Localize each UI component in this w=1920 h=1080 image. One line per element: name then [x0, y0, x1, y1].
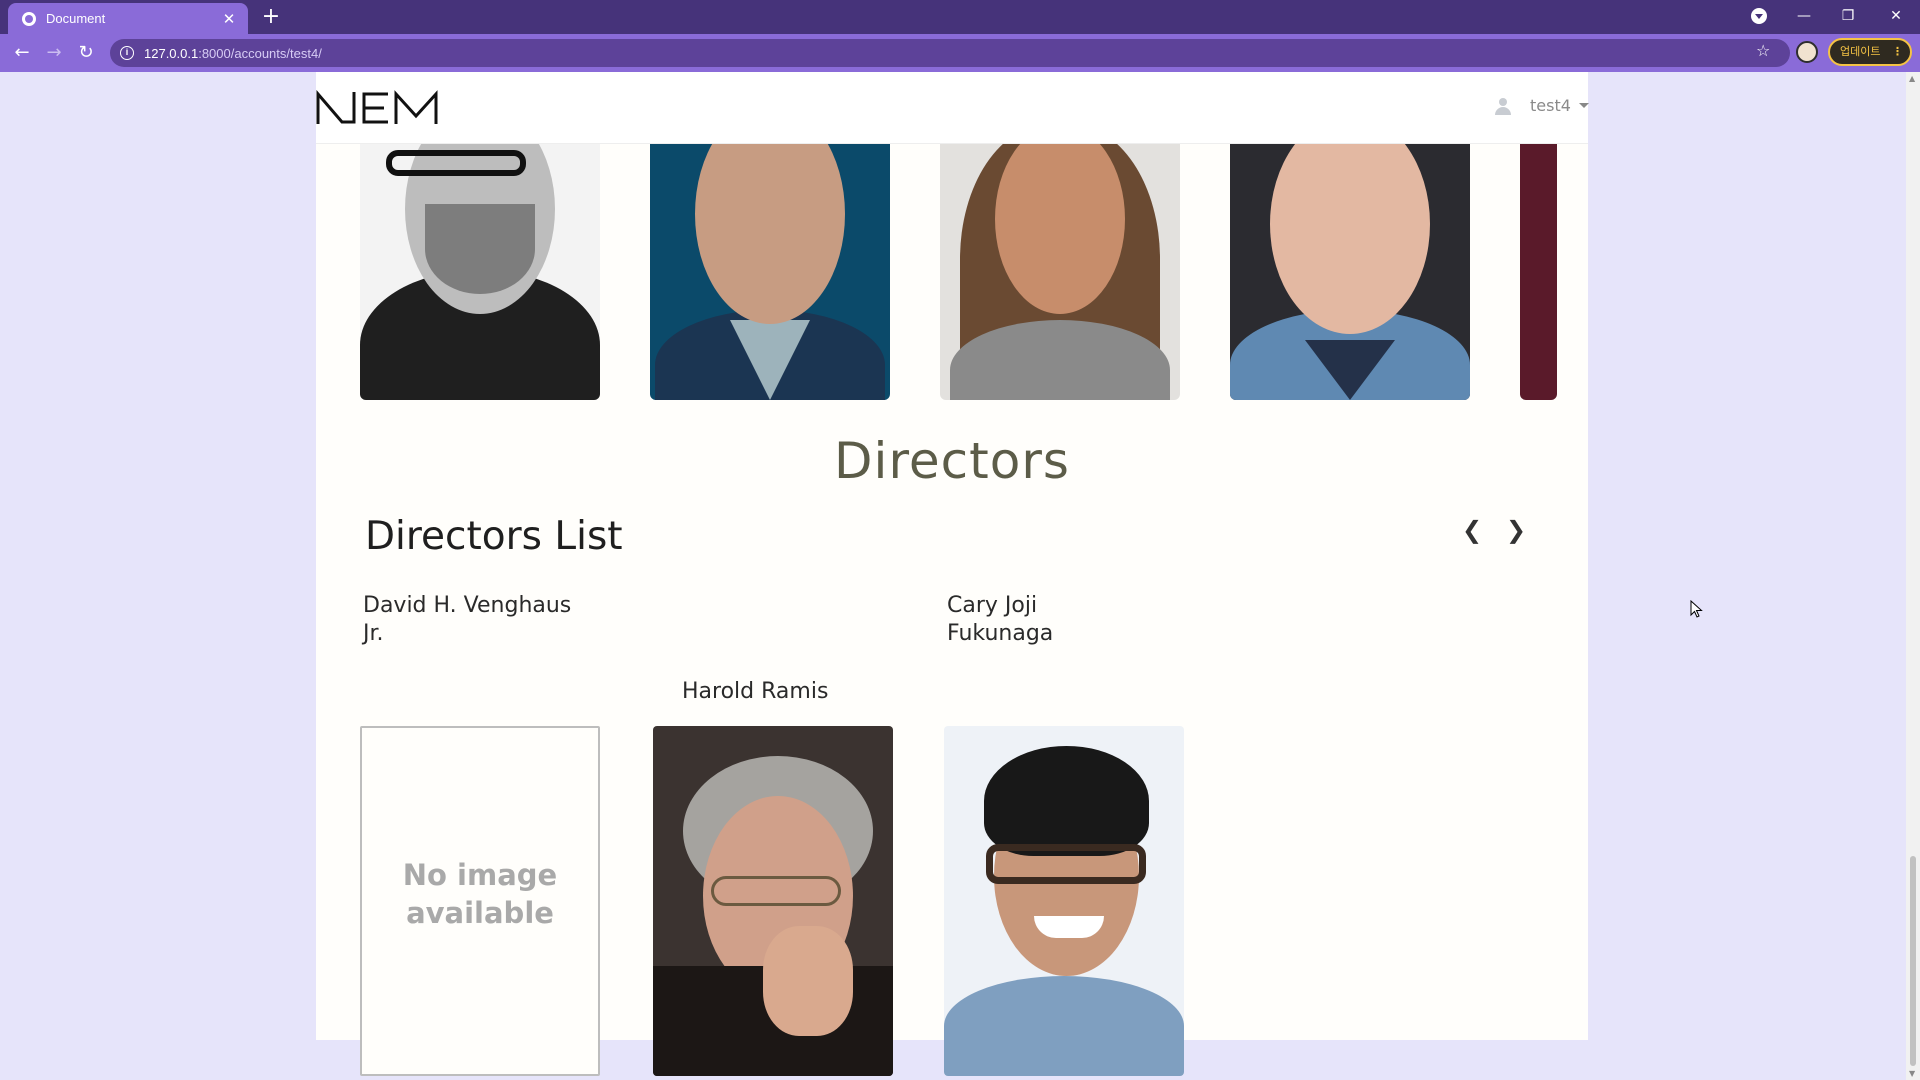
browser-tab-bar: Document ✕ + — ❐ ✕ — [0, 0, 1920, 34]
browser-tab[interactable]: Document ✕ — [8, 3, 248, 34]
username: test4 — [1530, 96, 1571, 115]
actors-carousel — [360, 144, 1557, 400]
tab-title: Document — [46, 11, 106, 26]
reload-icon[interactable]: ↻ — [72, 41, 100, 65]
mouse-cursor-icon — [1690, 600, 1703, 618]
actor-photo[interactable] — [1520, 144, 1557, 400]
director-name-line1: David H. Venghaus — [363, 593, 572, 618]
director-name-line2: Fukunaga — [947, 621, 1054, 646]
forward-icon[interactable]: → — [40, 41, 68, 65]
directors-heading: Directors — [834, 432, 1070, 490]
director-name-line1: Harold Ramis — [682, 679, 829, 704]
profile-avatar[interactable] — [1796, 41, 1818, 63]
actor-photo[interactable] — [940, 144, 1180, 400]
site-header: test4 — [316, 72, 1589, 144]
scroll-down-icon[interactable]: ▼ — [1909, 1069, 1915, 1078]
actor-photo[interactable] — [1230, 144, 1470, 400]
scroll-up-icon[interactable]: ▲ — [1909, 74, 1915, 83]
page-scrollbar[interactable]: ▲ ▼ — [1906, 72, 1920, 1080]
photo-glasses — [386, 150, 526, 176]
minimize-icon[interactable]: — — [1782, 0, 1826, 32]
director-photo-placeholder[interactable]: No image available — [360, 726, 600, 1076]
main-container: test4 Directors Directors List ❮ ❯ David… — [316, 72, 1589, 1076]
scrollbar-thumb[interactable] — [1910, 856, 1916, 1066]
nem-logo[interactable] — [316, 90, 442, 126]
photo-glasses — [711, 876, 841, 906]
bookmark-star-icon[interactable]: ☆ — [1756, 41, 1770, 60]
actor-photo[interactable] — [650, 144, 890, 400]
no-image-line2: available — [406, 896, 554, 930]
globe-icon — [22, 11, 36, 26]
restore-icon[interactable]: ❐ — [1826, 0, 1870, 32]
update-label: 업데이트 — [1840, 45, 1881, 58]
carousel-next-button[interactable]: ❯ — [1504, 516, 1528, 544]
close-window-icon[interactable]: ✕ — [1874, 0, 1918, 32]
no-image-line1: No image — [402, 858, 558, 892]
photo-hair — [984, 746, 1149, 856]
director-name-line1: Cary Joji — [947, 593, 1038, 618]
director-photo[interactable] — [653, 726, 893, 1076]
user-icon — [1494, 97, 1512, 115]
director-name: Cary Joji Fukunaga — [947, 592, 1053, 648]
director-name: Harold Ramis — [682, 678, 828, 706]
director-name: David H. Venghaus Jr. — [363, 592, 571, 648]
address-bar: ← → ↻ i 127.0.0.1:8000/accounts/test4/ ☆… — [0, 34, 1920, 72]
tab-search-icon[interactable] — [1751, 8, 1767, 24]
photo-body — [944, 976, 1184, 1076]
photo-beard — [425, 204, 535, 294]
photo-face — [695, 144, 845, 324]
url-field[interactable]: i 127.0.0.1:8000/accounts/test4/ — [110, 39, 1790, 67]
no-image-text: No image available — [362, 856, 598, 932]
photo-glasses — [986, 844, 1146, 884]
photo-hand — [763, 926, 853, 1036]
update-button[interactable]: 업데이트 ⋮ — [1828, 38, 1912, 66]
carousel-prev-button[interactable]: ❮ — [1460, 516, 1484, 544]
close-tab-icon[interactable]: ✕ — [220, 10, 238, 28]
url-host: 127.0.0.1 — [144, 45, 199, 61]
photo-smile — [1034, 916, 1104, 938]
actor-photo[interactable] — [360, 144, 600, 400]
director-photo[interactable] — [944, 726, 1184, 1076]
director-name-line2: Jr. — [363, 621, 384, 646]
info-icon[interactable]: i — [120, 46, 134, 60]
photo-face — [1270, 144, 1430, 334]
new-tab-button[interactable]: + — [258, 4, 284, 30]
user-menu[interactable]: test4 — [1494, 96, 1589, 115]
back-icon[interactable]: ← — [8, 41, 36, 65]
url-path: :8000/accounts/test4/ — [198, 45, 322, 61]
directors-list-title: Directors List — [365, 514, 623, 559]
menu-dots-icon: ⋮ — [1892, 45, 1903, 58]
caret-down-icon — [1578, 103, 1589, 108]
